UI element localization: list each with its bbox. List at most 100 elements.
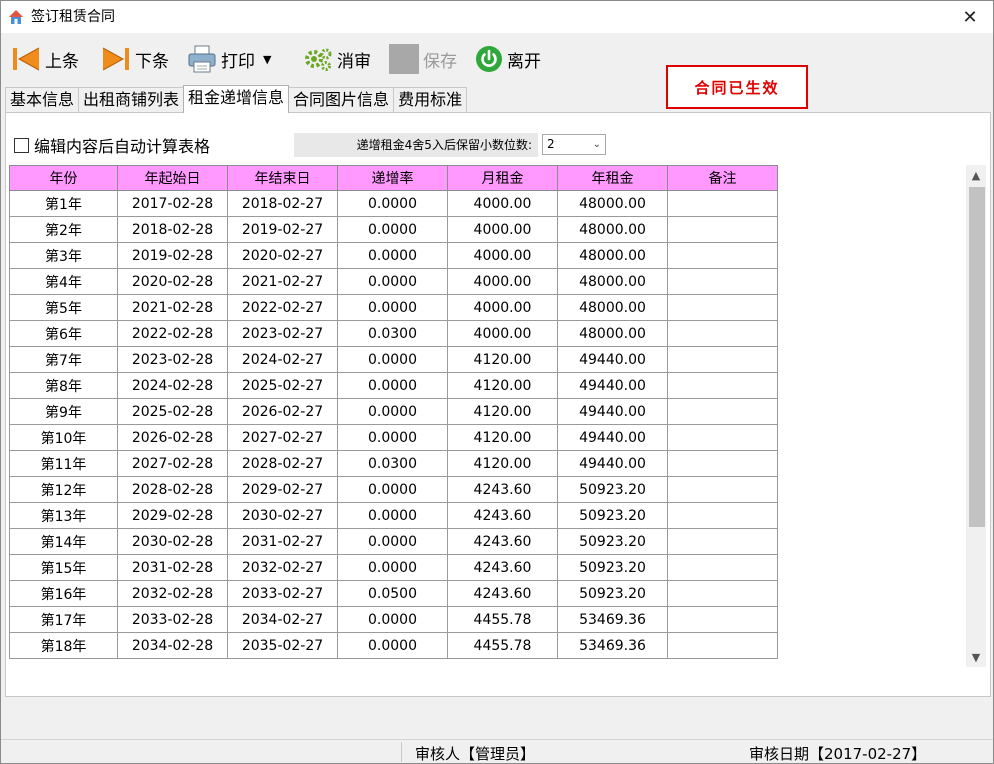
auto-calc-option[interactable]: 编辑内容后自动计算表格 [14,133,210,157]
table-cell[interactable] [667,372,778,399]
tab-contract-images[interactable]: 合同图片信息 [288,87,395,113]
table-cell[interactable]: 0.0000 [337,372,448,399]
table-row[interactable]: 第3年 2019-02-28 2020-02-27 0.0000 4000.00 4800… [9,242,778,269]
exit-button[interactable]: 离开 [475,41,541,77]
table-cell[interactable]: 第11年 [9,450,118,477]
table-cell[interactable] [667,346,778,373]
table-cell[interactable] [667,320,778,347]
table-cell[interactable]: 50923.20 [557,502,668,529]
table-cell[interactable]: 4243.60 [447,554,558,581]
table-cell[interactable]: 第3年 [9,242,118,269]
table-row[interactable]: 第15年 2031-02-28 2032-02-27 0.0000 4243.60 509… [9,554,778,581]
table-cell[interactable]: 第15年 [9,554,118,581]
table-cell[interactable]: 2029-02-28 [117,502,228,529]
table-cell[interactable]: 2019-02-27 [227,216,338,243]
table-cell[interactable]: 2032-02-27 [227,554,338,581]
table-cell[interactable]: 0.0000 [337,216,448,243]
table-cell[interactable] [667,216,778,243]
table-cell[interactable]: 48000.00 [557,190,668,217]
table-cell[interactable]: 2020-02-28 [117,268,228,295]
table-cell[interactable]: 0.0000 [337,554,448,581]
table-cell[interactable]: 第2年 [9,216,118,243]
scroll-down-icon[interactable]: ▼ [966,647,986,667]
table-cell[interactable]: 49440.00 [557,346,668,373]
table-cell[interactable]: 4120.00 [447,450,558,477]
table-cell[interactable]: 49440.00 [557,372,668,399]
table-cell[interactable]: 49440.00 [557,450,668,477]
tab-basic-info[interactable]: 基本信息 [5,87,80,113]
scroll-thumb[interactable] [969,187,985,527]
table-cell[interactable]: 4243.60 [447,502,558,529]
table-cell[interactable]: 0.0300 [337,450,448,477]
table-cell[interactable]: 50923.20 [557,528,668,555]
table-cell[interactable]: 2027-02-28 [117,450,228,477]
table-cell[interactable]: 2033-02-28 [117,606,228,633]
tab-rent-increase[interactable]: 租金递增信息 [183,85,290,113]
table-row[interactable]: 第14年 2030-02-28 2031-02-27 0.0000 4243.60 509… [9,528,778,555]
table-cell[interactable]: 2034-02-28 [117,632,228,659]
table-cell[interactable]: 第7年 [9,346,118,373]
table-cell[interactable]: 50923.20 [557,580,668,607]
table-row[interactable]: 第16年 2032-02-28 2033-02-27 0.0500 4243.60 509… [9,580,778,607]
table-cell[interactable]: 4243.60 [447,476,558,503]
table-row[interactable]: 第5年 2021-02-28 2022-02-27 0.0000 4000.00 4800… [9,294,778,321]
table-cell[interactable]: 4455.78 [447,606,558,633]
header-start-date[interactable]: 年起始日 [117,165,228,191]
table-cell[interactable]: 2028-02-28 [117,476,228,503]
table-cell[interactable] [667,190,778,217]
print-button[interactable]: 打印 ▼ [187,41,271,77]
table-cell[interactable]: 0.0000 [337,242,448,269]
header-monthly-rent[interactable]: 月租金 [447,165,558,191]
prev-record-button[interactable]: 上条 [11,41,79,77]
table-cell[interactable] [667,268,778,295]
table-cell[interactable]: 49440.00 [557,398,668,425]
table-cell[interactable]: 4120.00 [447,346,558,373]
table-cell[interactable]: 49440.00 [557,424,668,451]
table-row[interactable]: 第13年 2029-02-28 2030-02-27 0.0000 4243.60 509… [9,502,778,529]
table-cell[interactable]: 2027-02-27 [227,424,338,451]
table-cell[interactable]: 2026-02-28 [117,424,228,451]
table-cell[interactable]: 50923.20 [557,554,668,581]
table-cell[interactable]: 第5年 [9,294,118,321]
table-cell[interactable]: 2021-02-28 [117,294,228,321]
table-cell[interactable]: 2018-02-28 [117,216,228,243]
table-cell[interactable] [667,294,778,321]
table-row[interactable]: 第10年 2026-02-28 2027-02-27 0.0000 4120.00 494… [9,424,778,451]
table-cell[interactable]: 2034-02-27 [227,606,338,633]
table-row[interactable]: 第12年 2028-02-28 2029-02-27 0.0000 4243.60 509… [9,476,778,503]
table-cell[interactable]: 48000.00 [557,294,668,321]
table-cell[interactable]: 2024-02-28 [117,372,228,399]
table-cell[interactable]: 0.0000 [337,424,448,451]
table-cell[interactable]: 2033-02-27 [227,580,338,607]
table-cell[interactable]: 2025-02-27 [227,372,338,399]
table-cell[interactable]: 0.0300 [337,320,448,347]
header-end-date[interactable]: 年结束日 [227,165,338,191]
table-cell[interactable]: 第13年 [9,502,118,529]
table-cell[interactable] [667,502,778,529]
close-button[interactable]: ✕ [947,1,993,33]
table-cell[interactable]: 48000.00 [557,320,668,347]
header-year[interactable]: 年份 [9,165,118,191]
table-row[interactable]: 第8年 2024-02-28 2025-02-27 0.0000 4120.00 4944… [9,372,778,399]
table-row[interactable]: 第6年 2022-02-28 2023-02-27 0.0300 4000.00 4800… [9,320,778,347]
table-row[interactable]: 第4年 2020-02-28 2021-02-27 0.0000 4000.00 4800… [9,268,778,295]
table-cell[interactable]: 2019-02-28 [117,242,228,269]
table-cell[interactable]: 0.0000 [337,502,448,529]
table-cell[interactable]: 4120.00 [447,398,558,425]
table-cell[interactable]: 4243.60 [447,580,558,607]
table-cell[interactable]: 2023-02-28 [117,346,228,373]
save-button[interactable]: 保存 [389,41,457,77]
table-cell[interactable]: 第6年 [9,320,118,347]
table-cell[interactable]: 2022-02-27 [227,294,338,321]
next-record-button[interactable]: 下条 [101,41,169,77]
table-cell[interactable]: 0.0000 [337,190,448,217]
table-cell[interactable]: 0.0000 [337,398,448,425]
table-cell[interactable]: 2031-02-27 [227,528,338,555]
table-cell[interactable]: 2031-02-28 [117,554,228,581]
table-cell[interactable]: 4000.00 [447,268,558,295]
cancel-audit-button[interactable]: 消审 [303,41,371,77]
table-cell[interactable]: 2030-02-27 [227,502,338,529]
table-cell[interactable] [667,450,778,477]
table-cell[interactable]: 4000.00 [447,216,558,243]
table-cell[interactable]: 4000.00 [447,190,558,217]
